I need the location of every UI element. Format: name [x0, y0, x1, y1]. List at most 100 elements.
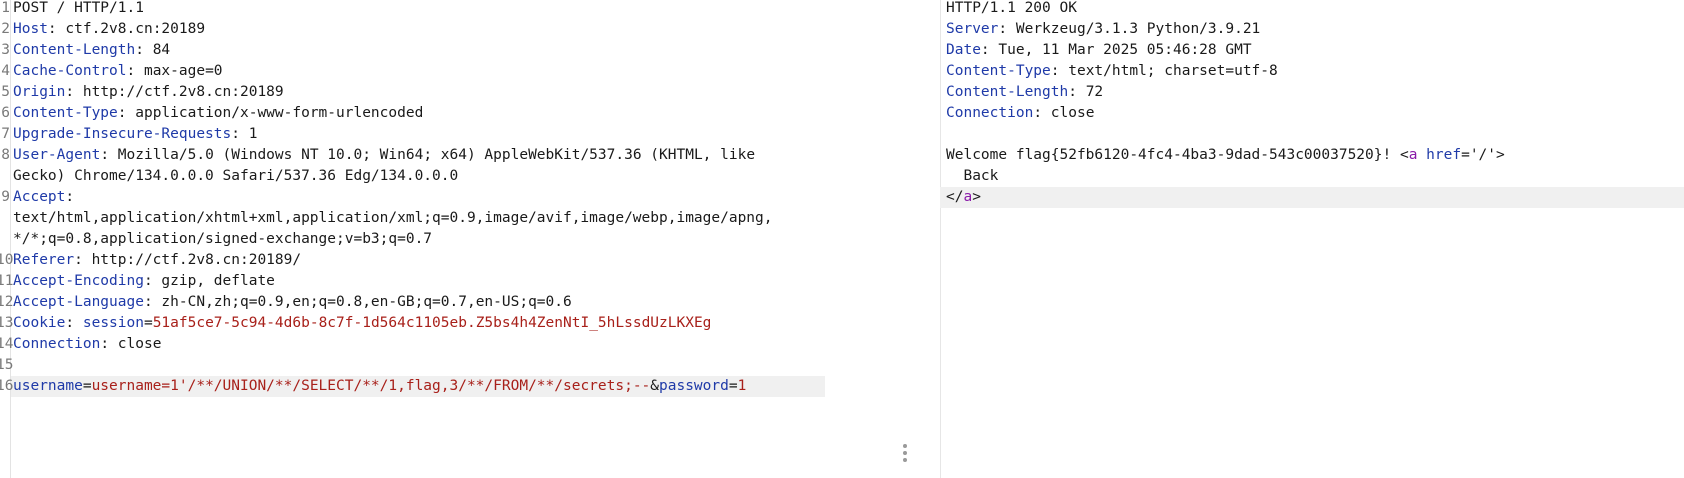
response-line[interactable]: 2Server: Werkzeug/3.1.3 Python/3.9.21 — [940, 19, 1684, 40]
header-value: Gecko) Chrome/134.0.0.0 Safari/537.36 Ed… — [13, 168, 459, 184]
request-line[interactable]: 4 Cache-Control: max-age=0 — [0, 61, 940, 82]
request-line[interactable]: 10 Referer: http://ctf.2v8.cn:20189/ — [0, 250, 940, 271]
request-line[interactable]: 12 Accept-Language: zh-CN,zh;q=0.9,en;q=0… — [0, 292, 940, 313]
header-value: Mozilla/5.0 (Windows NT 10.0; Win64; x64… — [117, 147, 756, 163]
request-line[interactable]: 5 Origin: http://ctf.2v8.cn:20189 — [0, 82, 940, 103]
end-tag-name: a — [963, 189, 973, 205]
header-name: Accept-Encoding — [13, 273, 144, 289]
request-body-line[interactable]: 16 username=username=1'/**/UNION/**/SELEC… — [0, 376, 825, 397]
header-value: http://ctf.2v8.cn:20189 — [82, 84, 284, 100]
line-code: Gecko) Chrome/134.0.0.0 Safari/537.36 Ed… — [13, 166, 458, 187]
header-name: Connection — [13, 336, 101, 352]
body-amp: & — [650, 378, 660, 394]
line-code: HTTP/1.1 200 OK — [946, 0, 1077, 19]
line-number: 13 — [0, 315, 14, 331]
header-separator: : — [74, 252, 92, 268]
header-name: Cache-Control — [13, 63, 127, 79]
header-separator: : — [231, 126, 249, 142]
header-value: text/html,application/xhtml+xml,applicat… — [13, 210, 773, 226]
response-line[interactable]: 6Connection: close — [940, 103, 1684, 124]
header-name: Host — [13, 21, 48, 37]
header-name: Origin — [13, 84, 66, 100]
response-body-line[interactable]: 8Welcome flag{52fb6120-4fc4-4ba3-9dad-54… — [940, 145, 1684, 166]
request-line[interactable]: 6 Content-Type: application/x-www-form-ur… — [0, 103, 940, 124]
line-code: Accept: — [13, 187, 74, 208]
response-line[interactable]: 5Content-Length: 72 — [940, 82, 1684, 103]
line-code: User-Agent: Mozilla/5.0 (Windows NT 10.0… — [13, 145, 755, 166]
header-value: zh-CN,zh;q=0.9,en;q=0.8,en-GB;q=0.7,en-U… — [161, 294, 572, 310]
header-separator: : — [143, 294, 162, 310]
header-name: Content-Length — [13, 42, 136, 58]
request-line[interactable]: 8 User-Agent: Mozilla/5.0 (Windows NT 10.… — [0, 145, 940, 166]
request-line[interactable]: 15 — [0, 355, 940, 376]
header-value: */*;q=0.8,application/signed-exchange;v=… — [13, 231, 433, 247]
request-line[interactable]: 7 Upgrade-Insecure-Requests: 1 — [0, 124, 940, 145]
header-name: Content-Type — [946, 63, 1051, 79]
header-separator: : — [126, 63, 144, 79]
line-number: 16 — [0, 378, 14, 394]
request-line[interactable]: Gecko) Chrome/134.0.0.0 Safari/537.36 Ed… — [0, 166, 940, 187]
body-eq: = — [82, 378, 92, 394]
request-line[interactable]: 1 POST / HTTP/1.1 — [0, 0, 940, 19]
response-line[interactable]: 3Date: Tue, 11 Mar 2025 05:46:28 GMT — [940, 40, 1684, 61]
line-code: POST / HTTP/1.1 — [13, 0, 144, 19]
header-separator: : — [47, 21, 66, 37]
end-tag-close: > — [972, 189, 981, 205]
header-name: Accept-Language — [13, 294, 144, 310]
body-value-password: 1 — [737, 378, 747, 394]
header-separator: : — [100, 147, 118, 163]
header-separator: : — [1033, 105, 1051, 121]
request-line[interactable]: 11 Accept-Encoding: gzip, deflate — [0, 271, 940, 292]
attr-value: '/' — [1469, 147, 1497, 163]
body-text: Welcome flag{52fb6120-4fc4-4ba3-9dad-543… — [946, 147, 1400, 163]
request-line[interactable]: 2 Host: ctf.2v8.cn:20189 — [0, 19, 940, 40]
line-code: Origin: http://ctf.2v8.cn:20189 — [13, 82, 284, 103]
link-text: Back — [946, 168, 999, 184]
header-value: gzip, deflate — [161, 273, 275, 289]
response-line[interactable]: 1HTTP/1.1 200 OK — [940, 0, 1684, 19]
header-separator: : — [65, 189, 75, 205]
header-value: close — [1050, 105, 1095, 121]
line-code: Welcome flag{52fb6120-4fc4-4ba3-9dad-543… — [946, 145, 1505, 166]
line-number: 8 — [1, 147, 10, 163]
header-value: 84 — [152, 42, 171, 58]
line-number: 15 — [0, 357, 14, 373]
header-separator: : — [143, 273, 162, 289]
line-code: username=username=1'/**/UNION/**/SELECT/… — [13, 376, 746, 397]
request-line[interactable]: 14 Connection: close — [0, 334, 940, 355]
response-body-line[interactable]: Back — [946, 166, 998, 187]
body-value-username: username=1'/**/UNION/**/SELECT/**/1,flag… — [91, 378, 651, 394]
line-number: 3 — [1, 42, 10, 58]
line-number: 5 — [1, 84, 10, 100]
request-line[interactable]: text/html,application/xhtml+xml,applicat… — [0, 208, 940, 229]
line-code: </a> — [946, 187, 981, 208]
response-line[interactable]: 4Content-Type: text/html; charset=utf-8 — [940, 61, 1684, 82]
header-name: Content-Length — [946, 84, 1069, 100]
line-number: 10 — [0, 252, 14, 268]
header-separator: : — [117, 105, 136, 121]
line-code: Accept-Encoding: gzip, deflate — [13, 271, 275, 292]
cookie-eq: = — [143, 315, 153, 331]
line-code: text/html,application/xhtml+xml,applicat… — [13, 208, 773, 229]
response-body-line[interactable]: </a> — [940, 187, 1684, 208]
header-value: application/x-www-form-urlencoded — [135, 105, 424, 121]
header-name: Content-Type — [13, 105, 118, 121]
header-value: Tue, 11 Mar 2025 05:46:28 GMT — [998, 42, 1252, 58]
line-code: Content-Length: 84 — [13, 40, 170, 61]
request-line[interactable]: 3 Content-Length: 84 — [0, 40, 940, 61]
cookie-value: 51af5ce7-5c94-4d6b-8c7f-1d564c1105eb.Z5b… — [152, 315, 712, 331]
request-line[interactable]: */*;q=0.8,application/signed-exchange;v=… — [0, 229, 940, 250]
header-separator: : — [135, 42, 153, 58]
drag-handle-icon[interactable] — [902, 444, 908, 466]
response-line[interactable]: 7 — [940, 124, 1684, 145]
request-line[interactable]: 9 Accept: — [0, 187, 940, 208]
tag-close: > — [1496, 147, 1505, 163]
line-code: Referer: http://ctf.2v8.cn:20189/ — [13, 250, 301, 271]
line-code: Date: Tue, 11 Mar 2025 05:46:28 GMT — [946, 40, 1252, 61]
request-line[interactable]: 13 Cookie: session=51af5ce7-5c94-4d6b-8c7… — [0, 313, 940, 334]
header-name: User-Agent — [13, 147, 101, 163]
response-pane[interactable]: 1HTTP/1.1 200 OK2Server: Werkzeug/3.1.3 … — [940, 0, 1684, 478]
request-pane[interactable]: 1 POST / HTTP/1.1 2 Host: ctf.2v8.cn:20189 3… — [0, 0, 940, 478]
header-name: Server — [946, 21, 999, 37]
